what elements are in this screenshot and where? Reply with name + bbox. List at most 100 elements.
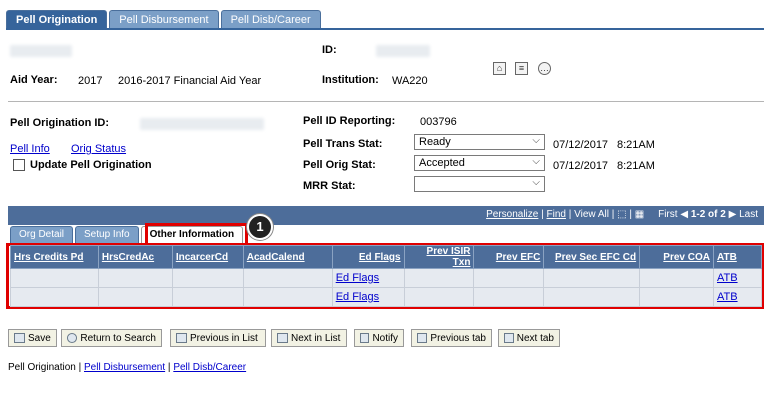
footer-pell-disb-career-link[interactable]: Pell Disb/Career	[173, 362, 246, 373]
pell-origination-id-label: Pell Origination ID:	[10, 117, 110, 129]
col-prev-isir-txn[interactable]: Prev ISIR Txn	[403, 245, 475, 269]
col-incarcercd[interactable]: IncarcerCd	[171, 245, 244, 269]
next-tab-button[interactable]: Next tab	[498, 329, 560, 347]
col-prev-sec-efc-cd[interactable]: Prev Sec EFC Cd	[543, 245, 641, 269]
previous-in-list-button[interactable]: Previous in List	[170, 329, 266, 347]
next-in-list-icon	[277, 333, 288, 343]
search-icon	[67, 333, 78, 343]
table-cell	[171, 287, 244, 307]
footer-links: Pell Origination | Pell Disbursement | P…	[8, 362, 246, 373]
update-pell-origination-checkbox[interactable]	[13, 159, 25, 171]
footer-separator: |	[167, 362, 171, 373]
footer-pell-disbursement-link[interactable]: Pell Disbursement	[84, 362, 165, 373]
col-ed-flags[interactable]: Ed Flags	[331, 245, 405, 269]
chevron-down-icon: ⌵	[532, 135, 540, 146]
table-cell	[639, 268, 714, 288]
table-cell	[639, 287, 714, 307]
pell-origination-id-redacted	[140, 118, 264, 130]
first-link[interactable]: First	[658, 209, 677, 220]
row-range: 1-2 of 2	[690, 209, 726, 220]
table-cell: ATB	[712, 268, 763, 288]
find-link[interactable]: Find	[547, 209, 566, 220]
last-link[interactable]: Last	[739, 209, 758, 220]
table-cell	[10, 287, 99, 307]
last-arrow-icon[interactable]: ▶	[729, 209, 737, 220]
pell-orig-stat-select[interactable]: Accepted ⌵	[414, 155, 545, 171]
notify-icon	[360, 333, 370, 343]
notes-icon[interactable]: ≡	[515, 62, 528, 75]
tab-pell-origination[interactable]: Pell Origination	[6, 10, 108, 29]
table-cell	[543, 287, 641, 307]
previous-tab-button[interactable]: Previous tab	[411, 329, 492, 347]
pell-id-reporting-label: Pell ID Reporting:	[303, 115, 396, 127]
table-cell	[473, 268, 545, 288]
ed-flags-link[interactable]: Ed Flags	[336, 272, 379, 284]
col-acadcalend[interactable]: AcadCalend	[242, 245, 333, 269]
table-row: Ed Flags ATB	[10, 268, 763, 288]
col-hrs-credits-pd[interactable]: Hrs Credits Pd	[10, 245, 99, 269]
atb-link[interactable]: ATB	[717, 272, 738, 284]
footer-pell-origination: Pell Origination	[8, 362, 76, 373]
next-tab-label: Next tab	[516, 332, 554, 344]
subtab-setup-info[interactable]: Setup Info	[75, 226, 139, 243]
pell-trans-date: 07/12/2017	[553, 139, 609, 151]
return-to-search-button[interactable]: Return to Search	[61, 329, 162, 347]
separator-line	[8, 101, 764, 102]
table-cell: Ed Flags	[331, 268, 405, 288]
institution-value: WA220	[392, 75, 428, 87]
grid-nav-bar: Personalize | Find | View All | ⬚ | ▦ Fi…	[8, 206, 764, 225]
personalize-link[interactable]: Personalize	[486, 209, 538, 220]
chevron-down-icon: ⌵	[532, 156, 540, 167]
pell-trans-stat-label: Pell Trans Stat:	[303, 138, 383, 150]
col-prev-efc[interactable]: Prev EFC	[473, 245, 545, 269]
previous-in-list-icon	[176, 333, 187, 343]
pell-id-reporting-value: 003796	[420, 116, 457, 128]
view-all-link[interactable]: View All	[574, 209, 609, 220]
id-label: ID:	[322, 44, 337, 56]
spreadsheet-icon[interactable]: ▦	[635, 209, 644, 220]
pell-info-link[interactable]: Pell Info	[10, 143, 50, 155]
tab-pell-disb-career[interactable]: Pell Disb/Career	[220, 10, 321, 29]
highlight-subtab	[145, 223, 248, 245]
next-in-list-button[interactable]: Next in List	[271, 329, 347, 347]
atb-link[interactable]: ATB	[717, 291, 738, 303]
download-icon[interactable]: ⬚	[617, 209, 626, 220]
aid-year-value: 2017	[78, 75, 103, 87]
tab-pell-disbursement[interactable]: Pell Disbursement	[109, 10, 219, 29]
table-cell	[473, 287, 545, 307]
save-button[interactable]: Save	[8, 329, 57, 347]
previous-tab-label: Previous tab	[430, 332, 486, 344]
table-cell	[242, 287, 333, 307]
comments-icon[interactable]: …	[538, 62, 551, 75]
previous-tab-icon	[417, 333, 428, 343]
subtab-org-detail[interactable]: Org Detail	[10, 226, 74, 243]
first-arrow-icon[interactable]: ◀	[680, 209, 688, 220]
pell-trans-time: 8:21AM	[617, 139, 655, 151]
table-cell: Ed Flags	[331, 287, 405, 307]
notify-button[interactable]: Notify	[354, 329, 404, 347]
tab-underline	[6, 28, 764, 30]
pell-trans-stat-value: Ready	[419, 136, 451, 148]
student-name-redacted	[10, 45, 72, 57]
col-prev-coa[interactable]: Prev COA	[639, 245, 714, 269]
table-cell	[543, 268, 641, 288]
table-cell	[403, 287, 475, 307]
pell-orig-stat-value: Accepted	[419, 157, 465, 169]
orig-status-link[interactable]: Orig Status	[71, 143, 126, 155]
col-atb[interactable]: ATB	[712, 245, 763, 269]
ed-flags-link[interactable]: Ed Flags	[336, 291, 379, 303]
mrr-stat-select[interactable]: ⌵	[414, 176, 545, 192]
pell-orig-time: 8:21AM	[617, 160, 655, 172]
student-id-redacted	[376, 45, 430, 57]
table-cell: ATB	[712, 287, 763, 307]
aid-year-description: 2016-2017 Financial Aid Year	[118, 75, 262, 87]
pell-trans-stat-select[interactable]: Ready ⌵	[414, 134, 545, 150]
previous-in-list-label: Previous in List	[190, 332, 258, 344]
update-pell-origination-label: Update Pell Origination	[30, 159, 152, 171]
table-cell	[242, 268, 333, 288]
aid-year-label: Aid Year:	[10, 74, 58, 86]
col-hrscredac[interactable]: HrsCredAc	[97, 245, 173, 269]
pell-orig-stat-label: Pell Orig Stat:	[303, 159, 376, 171]
student-summary-icon[interactable]: ⌂	[493, 62, 506, 75]
pell-orig-date: 07/12/2017	[553, 160, 609, 172]
